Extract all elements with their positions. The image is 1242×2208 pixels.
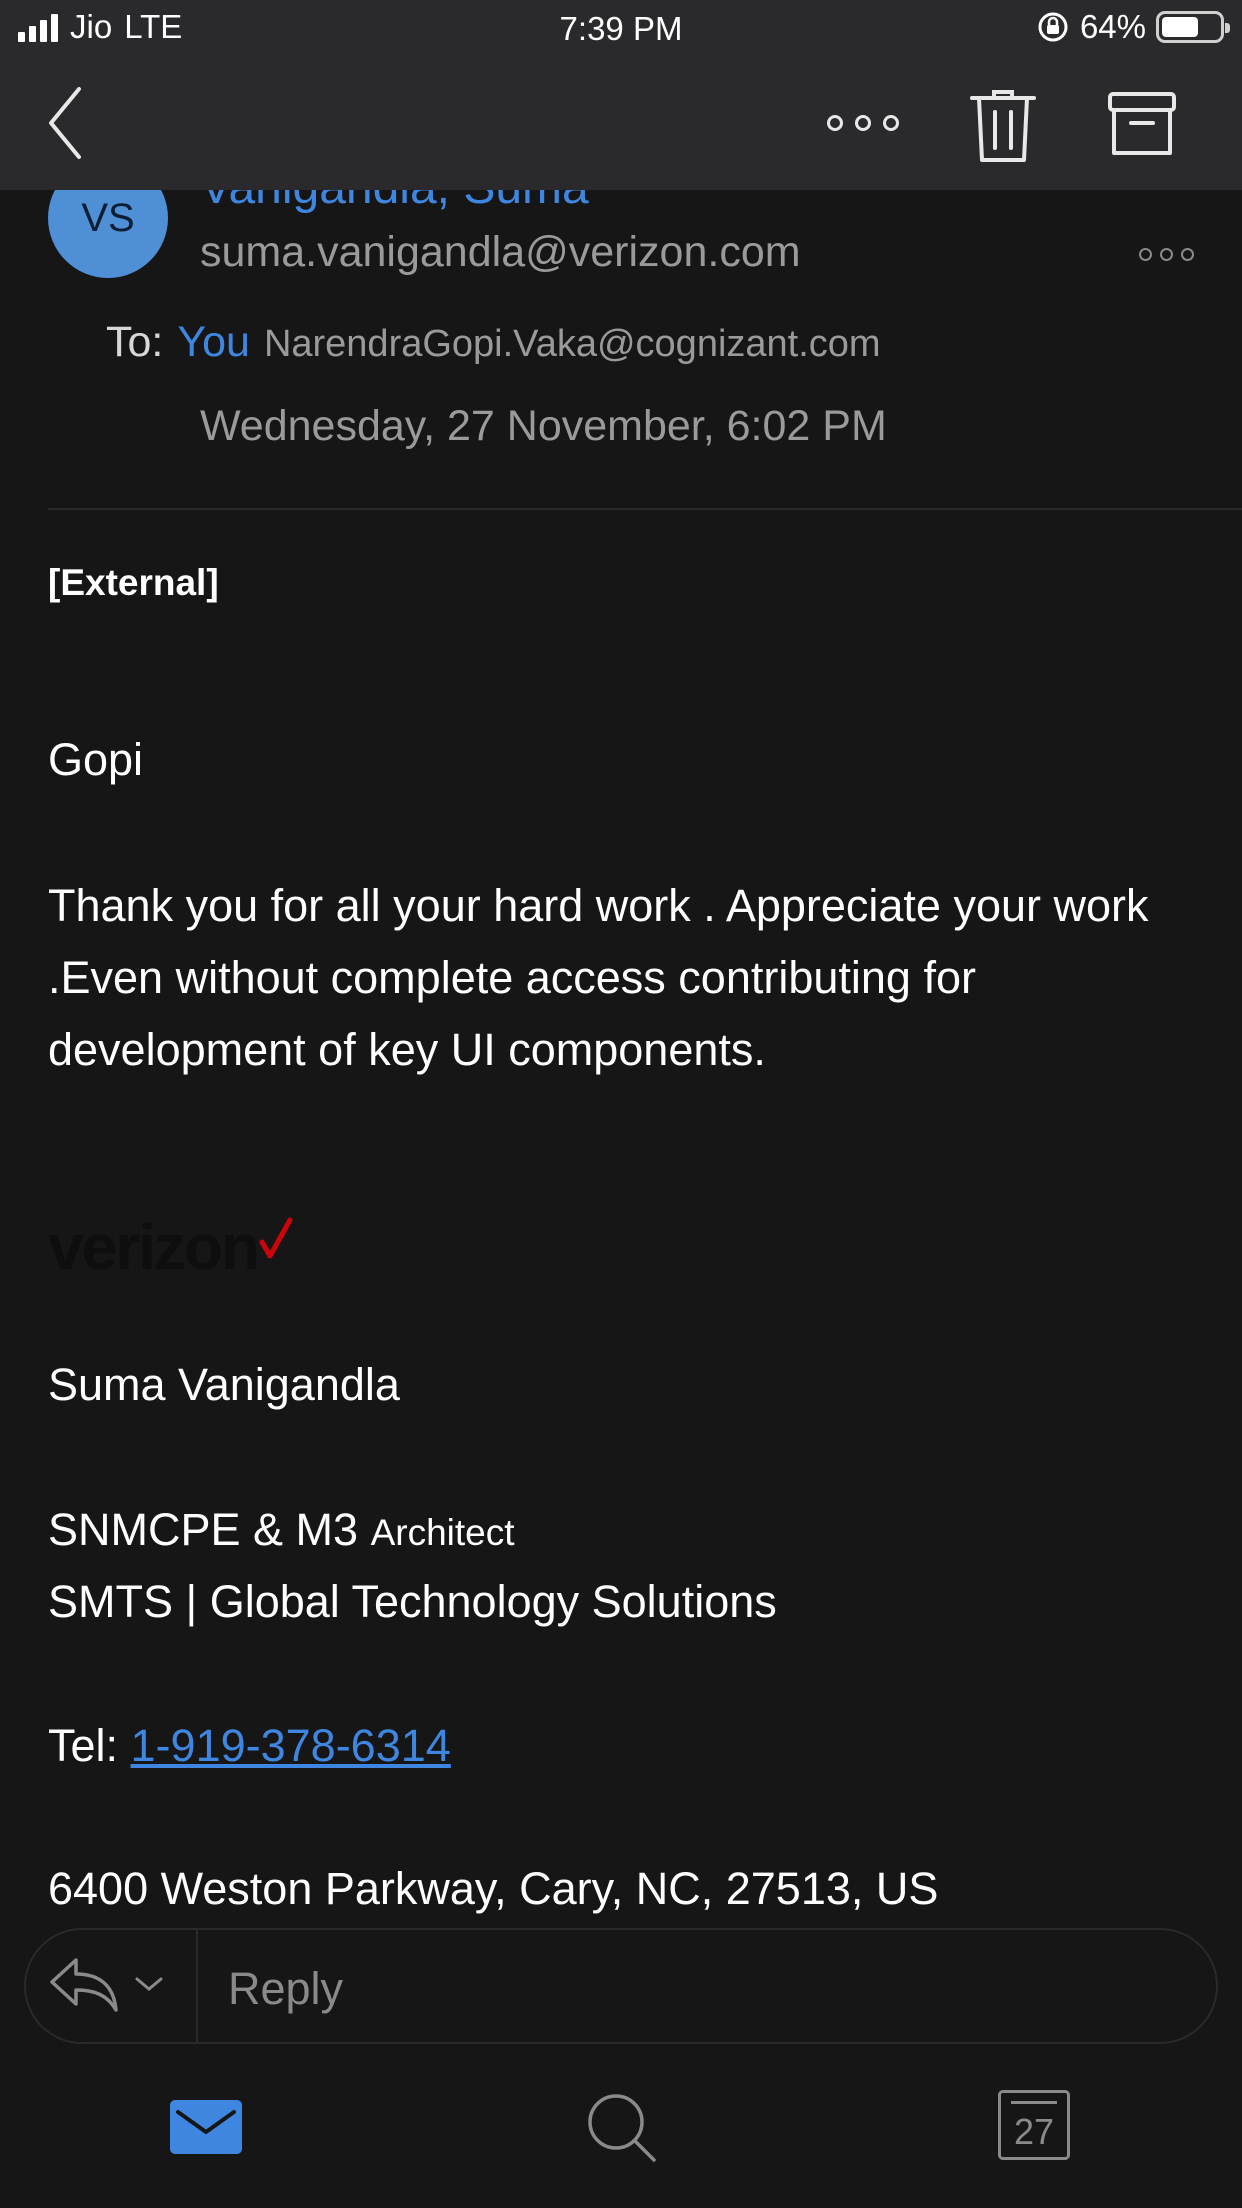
battery-icon [1156, 11, 1230, 43]
external-tag: [External] [48, 562, 219, 603]
mail-icon [170, 2100, 242, 2154]
archive-icon [1108, 92, 1176, 155]
signature-tel: Tel: 1-919-378-6314 [48, 1710, 1208, 1782]
sender-email[interactable]: suma.vanigandla@verizon.com [200, 228, 801, 277]
signature-department: SMTS | Global Technology Solutions [48, 1576, 777, 1627]
status-right: 64% [1036, 8, 1230, 46]
delete-button[interactable] [960, 86, 1046, 166]
reply-divider [196, 1930, 198, 2042]
dot-icon [1139, 248, 1152, 261]
signature-address: 6400 Weston Parkway, Cary, NC, 27513, US [48, 1863, 939, 1914]
signature-title-role: Architect [370, 1512, 515, 1553]
recipient-email: NarendraGopi.Vaka@cognizant.com [263, 323, 881, 365]
tab-search[interactable] [586, 2092, 658, 2169]
reply-options-button[interactable] [46, 1952, 164, 2016]
greeting: Gopi [48, 734, 144, 785]
calendar-day: 27 [1013, 2111, 1055, 2152]
archive-button[interactable] [1104, 86, 1180, 162]
recipient-name[interactable]: You [177, 318, 250, 367]
calendar-icon [1011, 2101, 1057, 2104]
chevron-left-icon [49, 87, 81, 159]
tel-label: Tel: [48, 1720, 131, 1771]
signature-name: Suma Vanigandla [48, 1359, 400, 1410]
reply-icon [50, 1958, 118, 2012]
message-toolbar [0, 58, 1242, 190]
header-divider [48, 508, 1242, 510]
signature-title: SNMCPE & M3 Architect [48, 1494, 1208, 1569]
verizon-logo: verizon [48, 1210, 294, 1284]
recipient-row: To: You NarendraGopi.Vaka@cognizant.com [106, 318, 881, 367]
more-button[interactable] [816, 98, 910, 148]
email-screen: Jio LTE 7:39 PM 64% VS suma.vanigandla@v… [0, 0, 1242, 2208]
orientation-lock-icon [1038, 12, 1068, 42]
tel-link[interactable]: 1-919-378-6314 [131, 1720, 451, 1771]
to-label: To: [106, 318, 164, 366]
tab-mail[interactable] [170, 2100, 242, 2159]
signature-title-main: SNMCPE & M3 [48, 1504, 371, 1555]
trash-icon [970, 90, 1036, 162]
tab-calendar[interactable]: 27 [998, 2090, 1070, 2160]
tab-bar: 27 [0, 2060, 1242, 2208]
chevron-down-icon [135, 1977, 163, 1991]
dot-icon [1181, 248, 1194, 261]
reply-input[interactable]: Reply [228, 1963, 343, 2015]
battery-percent: 64% [1079, 8, 1146, 45]
logo-wordmark: verizon [48, 1211, 260, 1283]
reply-bar: Reply [24, 1928, 1218, 2044]
message-options-button[interactable] [1139, 248, 1194, 261]
message-paragraph: Thank you for all your hard work . Appre… [48, 880, 1149, 1075]
battery-fill [1162, 17, 1198, 37]
dot-icon [1160, 248, 1173, 261]
search-icon [588, 2094, 656, 2162]
ellipsis-icon [827, 115, 899, 131]
checkmark-icon [259, 1217, 293, 1259]
status-bar: Jio LTE 7:39 PM 64% [0, 0, 1242, 58]
message-date: Wednesday, 27 November, 6:02 PM [200, 402, 887, 450]
back-button[interactable] [30, 78, 100, 168]
